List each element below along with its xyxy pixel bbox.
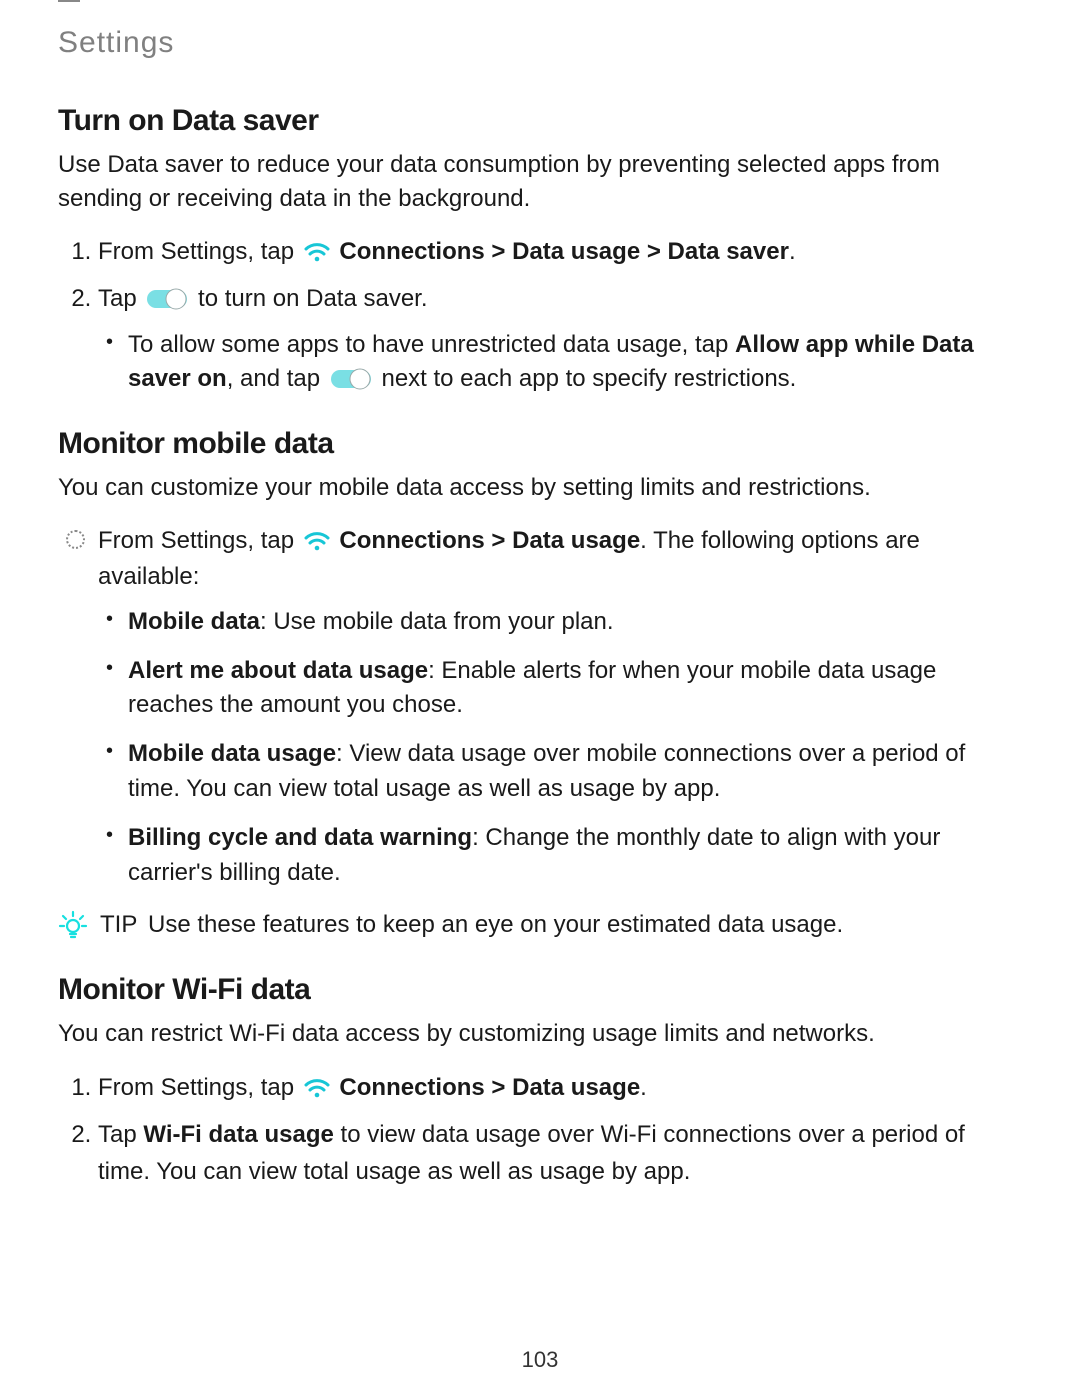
- step-tap-wifi-data-usage: Tap Wi-Fi data usage to view data usage …: [98, 1116, 1022, 1190]
- connections-wifi-icon: [302, 528, 332, 552]
- option-mobile-data-usage: Mobile data usage: View data usage over …: [128, 737, 1022, 807]
- toggle-switch-icon: [330, 367, 372, 391]
- connections-wifi-icon: [302, 239, 332, 263]
- lead-monitor-mobile-data: You can customize your mobile data acces…: [58, 471, 1022, 505]
- substep-tail: next to each app to specify restrictions…: [381, 365, 796, 392]
- substep-allow-app-while-data-saver-on: To allow some apps to have unrestricted …: [128, 328, 1022, 398]
- option-billing-cycle-and-data-warning: Billing cycle and data warning: Change t…: [128, 821, 1022, 891]
- lead-turn-on-data-saver: Use Data saver to reduce your data consu…: [58, 148, 1022, 215]
- text-pre: From Settings, tap: [98, 527, 301, 554]
- heading-monitor-mobile-data: Monitor mobile data: [58, 427, 1022, 461]
- option-rest: : Use mobile data from your plan.: [260, 608, 614, 635]
- option-alert-me-about-data-usage: Alert me about data usage: Enable alerts…: [128, 654, 1022, 724]
- steps-turn-on-data-saver: From Settings, tap Connections > Data us…: [58, 233, 1022, 397]
- step-text: From Settings, tap: [98, 1074, 301, 1101]
- step-text: Tap: [98, 1121, 143, 1148]
- substeps-allow-app: To allow some apps to have unrestricted …: [98, 328, 1022, 398]
- option-bold: Mobile data usage: [128, 740, 336, 767]
- dotted-item-from-settings: From Settings, tap Connections > Data us…: [98, 523, 1022, 891]
- substep-mid: , and tap: [227, 365, 327, 392]
- tip-lightbulb-icon: [58, 910, 88, 940]
- step-tap-toggle-data-saver: Tap to turn on Data saver. To allow some…: [98, 280, 1022, 397]
- tip-row: TIP Use these features to keep an eye on…: [58, 908, 1022, 943]
- steps-monitor-wifi-data: From Settings, tap Connections > Data us…: [58, 1069, 1022, 1191]
- substep-text: To allow some apps to have unrestricted …: [128, 331, 735, 358]
- step-period: .: [789, 238, 796, 265]
- step-from-settings-connections-data-saver: From Settings, tap Connections > Data us…: [98, 233, 1022, 270]
- options-list: Mobile data: Use mobile data from your p…: [98, 605, 1022, 891]
- option-bold: Billing cycle and data warning: [128, 824, 472, 851]
- connections-wifi-icon: [302, 1075, 332, 1099]
- step-bold-path: Connections > Data usage > Data saver: [339, 238, 789, 265]
- tip-content: TIP Use these features to keep an eye on…: [100, 908, 843, 943]
- toggle-switch-icon: [146, 287, 188, 311]
- heading-turn-on-data-saver: Turn on Data saver: [58, 104, 1022, 138]
- tip-text: Use these features to keep an eye on you…: [148, 911, 843, 938]
- dotted-list-monitor-mobile-data: From Settings, tap Connections > Data us…: [58, 523, 1022, 891]
- option-bold: Alert me about data usage: [128, 657, 428, 684]
- tip-label: TIP: [100, 911, 137, 938]
- step-bold: Wi-Fi data usage: [143, 1121, 333, 1148]
- step-from-settings-connections-data-usage: From Settings, tap Connections > Data us…: [98, 1069, 1022, 1106]
- header-rule: [58, 0, 80, 2]
- lead-monitor-wifi-data: You can restrict Wi-Fi data access by cu…: [58, 1017, 1022, 1051]
- text-bold-path: Connections > Data usage: [339, 527, 640, 554]
- page-number: 103: [0, 1347, 1080, 1373]
- step-text: Tap: [98, 285, 143, 312]
- heading-monitor-wifi-data: Monitor Wi-Fi data: [58, 973, 1022, 1007]
- step-text-tail: to turn on Data saver.: [198, 285, 427, 312]
- page-header: Settings: [58, 26, 1022, 60]
- option-mobile-data: Mobile data: Use mobile data from your p…: [128, 605, 1022, 640]
- option-bold: Mobile data: [128, 608, 260, 635]
- step-period: .: [640, 1074, 647, 1101]
- step-text: From Settings, tap: [98, 238, 301, 265]
- step-bold-path: Connections > Data usage: [339, 1074, 640, 1101]
